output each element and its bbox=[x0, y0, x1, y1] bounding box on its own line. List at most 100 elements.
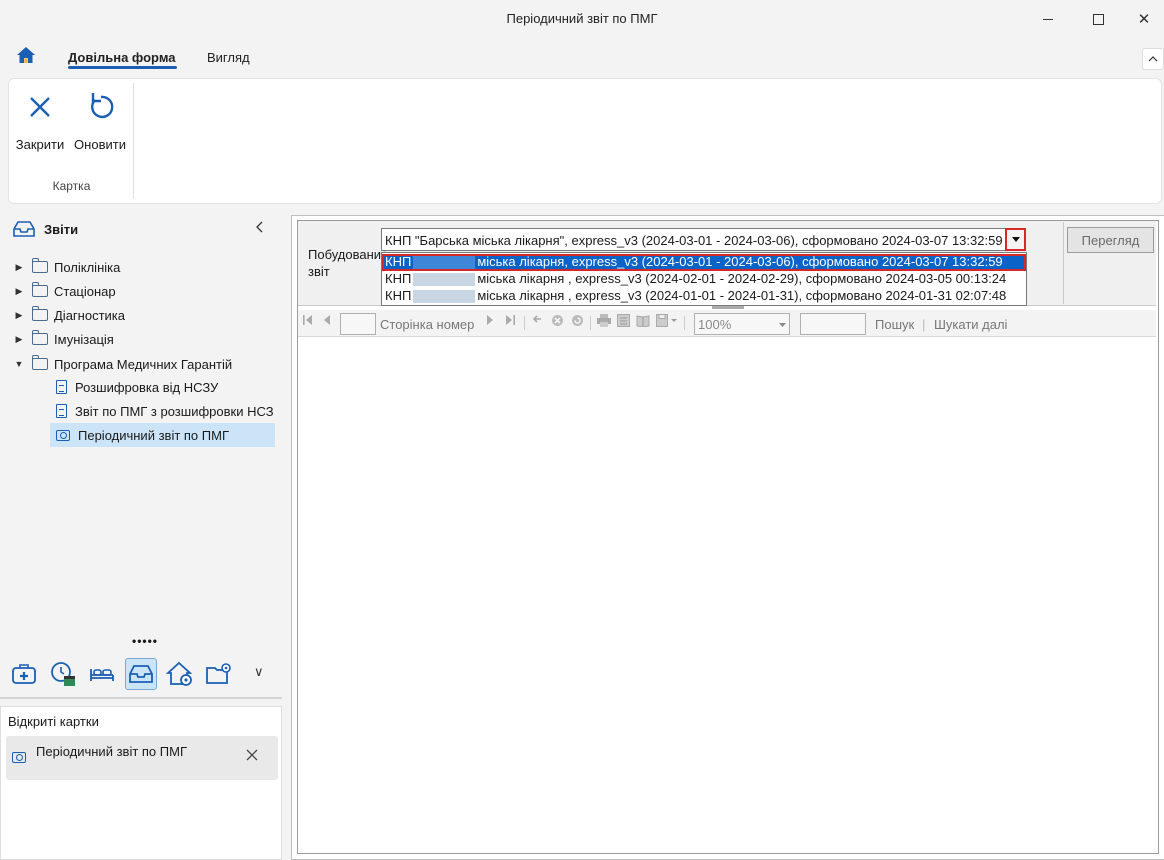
refresh-label: Оновити bbox=[74, 137, 126, 152]
tree-item-periodic-pmg[interactable]: Періодичний звіт по ПМГ bbox=[50, 423, 275, 447]
tree-item-pmg[interactable]: ▼ Програма Медичних Гарантій bbox=[12, 352, 232, 376]
chevron-down-icon bbox=[779, 323, 786, 327]
ribbon-panel: Закрити Оновити Картка bbox=[8, 78, 1162, 204]
first-page-icon[interactable] bbox=[303, 314, 313, 329]
search-link[interactable]: Пошук bbox=[875, 317, 914, 332]
close-icon[interactable] bbox=[246, 748, 258, 766]
ribbon-collapse-button[interactable] bbox=[1142, 48, 1164, 70]
close-card-button[interactable]: Закрити bbox=[11, 89, 69, 152]
window-title: Періодичний звіт по ПМГ bbox=[506, 11, 658, 26]
redacted-block bbox=[413, 256, 476, 270]
home-settings-icon[interactable] bbox=[164, 658, 196, 690]
tab-free-form[interactable]: Довільна форма bbox=[68, 50, 176, 65]
close-window-button[interactable]: ✕ bbox=[1121, 4, 1164, 34]
document-icon bbox=[56, 380, 67, 394]
tree-item-label: Періодичний звіт по ПМГ bbox=[78, 427, 229, 443]
page-number-input[interactable] bbox=[340, 313, 376, 335]
toolbar-separator bbox=[524, 316, 525, 330]
zoom-select[interactable]: 100% bbox=[694, 313, 790, 335]
tree-item-label: Імунізація bbox=[54, 331, 114, 347]
refresh-button[interactable]: Оновити bbox=[71, 89, 129, 152]
module-nav bbox=[8, 656, 235, 692]
parameters-splitter-grip[interactable] bbox=[712, 306, 744, 309]
last-page-icon[interactable] bbox=[505, 314, 515, 329]
dropdown-option[interactable]: КНП міська лікарня, express_v3 (2024-03-0… bbox=[382, 254, 1026, 271]
zoom-value: 100% bbox=[698, 317, 732, 332]
tree-item-label: Розшифровка від НСЗУ bbox=[75, 379, 219, 395]
bed-icon[interactable] bbox=[86, 658, 118, 690]
vertical-splitter[interactable] bbox=[282, 210, 288, 858]
folder-icon bbox=[32, 282, 48, 297]
chevron-left-icon bbox=[256, 221, 263, 233]
reports-header: Звіти bbox=[12, 218, 78, 240]
open-cards-title: Відкриті картки bbox=[8, 714, 99, 729]
tree-item-pmg-decode-report[interactable]: Звіт по ПМГ з розшифровки НСЗ bbox=[50, 399, 275, 423]
dropdown-arrow-button[interactable] bbox=[1005, 228, 1026, 251]
folder-icon bbox=[32, 330, 48, 345]
close-icon bbox=[30, 97, 50, 117]
page-setup-icon[interactable] bbox=[636, 314, 650, 330]
search-input[interactable] bbox=[800, 313, 866, 335]
folder-icon bbox=[32, 306, 48, 321]
close-card-label: Закрити bbox=[15, 137, 65, 152]
panel-splitter[interactable] bbox=[0, 697, 282, 699]
back-icon[interactable] bbox=[532, 314, 542, 327]
find-next-link[interactable]: Шукати далі bbox=[934, 317, 1007, 332]
prev-page-icon[interactable] bbox=[323, 314, 331, 329]
dropdown-option[interactable]: КНП міська лікарня , express_v3 (2024-02-… bbox=[382, 271, 1026, 288]
collapse-arrow-icon[interactable]: ▼ bbox=[12, 359, 26, 369]
toolbar-separator bbox=[590, 316, 591, 330]
tree-item-polyclinic[interactable]: ▶ Поліклініка bbox=[12, 255, 120, 279]
report-combobox-value: КНП "Барська міська лікарня", express_v3… bbox=[385, 233, 1003, 248]
medkit-icon[interactable] bbox=[8, 658, 40, 690]
expand-arrow-icon[interactable]: ▶ bbox=[12, 262, 26, 273]
refresh-icon bbox=[91, 93, 114, 119]
chevron-up-icon bbox=[1148, 56, 1158, 62]
refresh-report-icon[interactable] bbox=[571, 314, 584, 330]
folder-icon bbox=[32, 258, 48, 273]
view-report-button[interactable]: Перегляд bbox=[1067, 227, 1154, 253]
export-icon[interactable] bbox=[656, 314, 678, 330]
tab-view[interactable]: Вигляд bbox=[207, 50, 250, 65]
tree-item-label: Стаціонар bbox=[54, 283, 116, 299]
tree-item-nszu-decode[interactable]: Розшифровка від НСЗУ bbox=[50, 375, 275, 399]
search-separator: | bbox=[922, 317, 926, 332]
page-number-label: Сторінка номер bbox=[380, 317, 475, 332]
dropdown-option[interactable]: КНП міська лікарня , express_v3 (2024-01-… bbox=[382, 288, 1026, 305]
stop-icon[interactable] bbox=[551, 314, 564, 330]
print-layout-icon[interactable] bbox=[617, 314, 630, 330]
expand-arrow-icon[interactable]: ▶ bbox=[12, 286, 26, 297]
reports-tray-nav-icon[interactable] bbox=[125, 658, 157, 690]
tree-item-label: Діагностика bbox=[54, 307, 125, 323]
print-icon[interactable] bbox=[597, 314, 611, 330]
report-icon bbox=[56, 429, 70, 441]
next-page-icon[interactable] bbox=[486, 314, 494, 329]
tree-item-immunization[interactable]: ▶ Імунізація bbox=[12, 327, 114, 351]
built-report-label: Побудований звіт bbox=[308, 247, 389, 279]
maximize-button[interactable] bbox=[1075, 4, 1121, 34]
panel-resize-dots[interactable]: ••••• bbox=[132, 634, 158, 648]
minimize-button[interactable] bbox=[1025, 4, 1071, 34]
collapse-sidebar-button[interactable] bbox=[256, 220, 264, 236]
tree-item-label: Звіт по ПМГ з розшифровки НСЗ bbox=[75, 403, 274, 419]
reports-title: Звіти bbox=[44, 221, 79, 237]
document-icon bbox=[56, 404, 67, 418]
report-icon bbox=[12, 752, 26, 763]
folder-settings-icon[interactable] bbox=[203, 658, 235, 690]
redacted-block bbox=[413, 273, 476, 287]
expand-arrow-icon[interactable]: ▶ bbox=[12, 334, 26, 345]
tree-item-hospital[interactable]: ▶ Стаціонар bbox=[12, 279, 116, 303]
tree-item-label: Поліклініка bbox=[54, 259, 121, 275]
toolbar-separator bbox=[684, 316, 685, 330]
clock-calendar-icon[interactable] bbox=[47, 658, 79, 690]
ribbon-group-label: Картка bbox=[52, 179, 91, 193]
expand-arrow-icon[interactable]: ▶ bbox=[12, 310, 26, 321]
redacted-block bbox=[413, 290, 476, 304]
tree-item-label: Програма Медичних Гарантій bbox=[54, 356, 233, 372]
parameters-separator bbox=[1063, 222, 1064, 304]
home-icon[interactable] bbox=[16, 46, 36, 67]
nav-more-chevron-icon[interactable]: ∨ bbox=[254, 664, 264, 680]
reports-tray-icon bbox=[13, 221, 35, 237]
folder-icon bbox=[32, 355, 48, 370]
tree-item-diagnostics[interactable]: ▶ Діагностика bbox=[12, 303, 125, 327]
